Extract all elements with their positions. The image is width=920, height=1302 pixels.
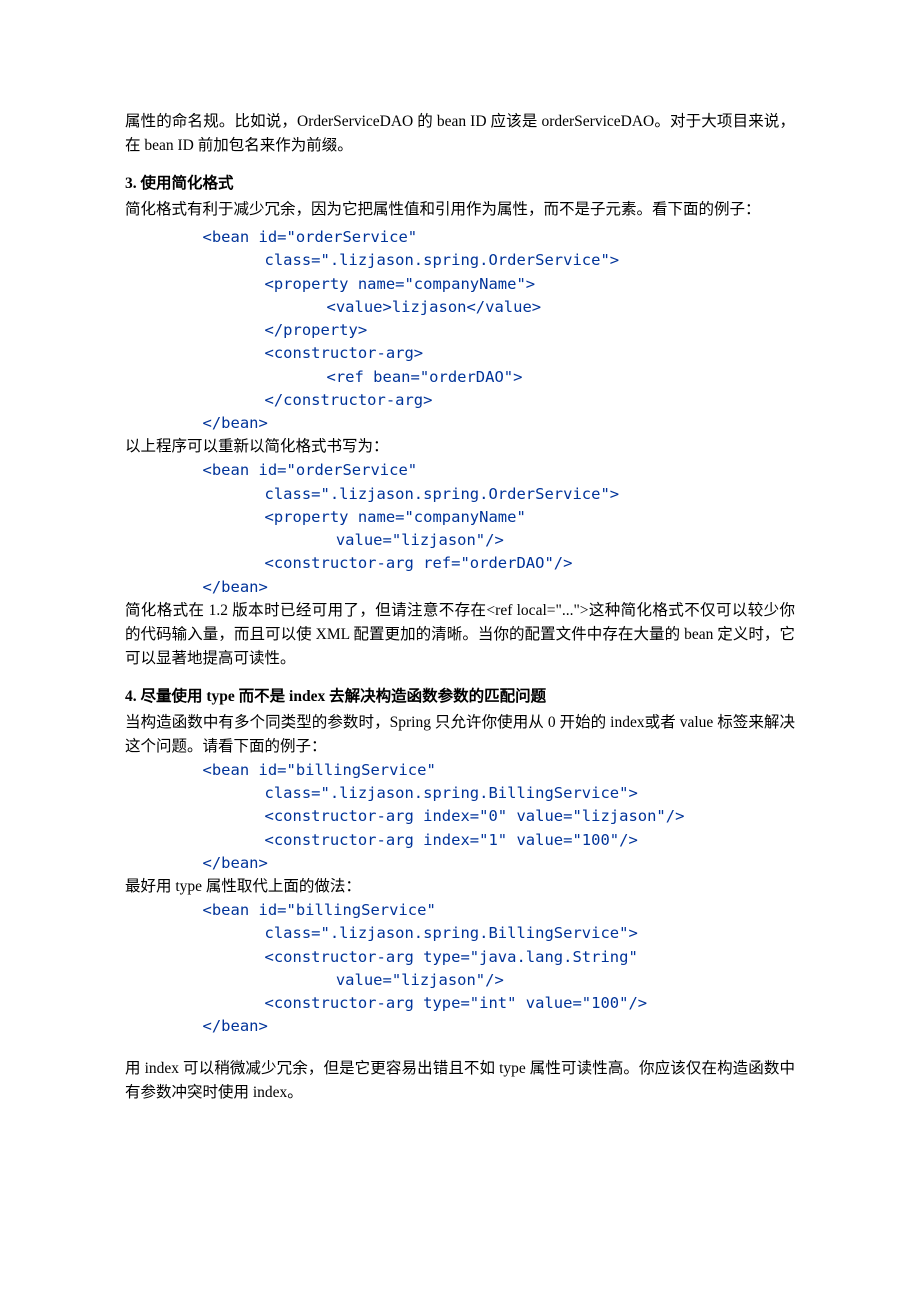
code-block-3: </bean> (125, 852, 795, 875)
code-block-4: <constructor-arg type="java.lang.String" (125, 946, 795, 969)
code-block-3: class=".lizjason.spring.BillingService"> (125, 782, 795, 805)
code-block-4: </bean> (125, 1015, 795, 1038)
code-block-2: class=".lizjason.spring.OrderService"> (125, 483, 795, 506)
section-4-intro: 当构造函数中有多个同类型的参数时，Spring 只允许你使用从 0 开始的 in… (125, 711, 795, 759)
section-4-outro: 用 index 可以稍微减少冗余，但是它更容易出错且不如 type 属性可读性高… (125, 1057, 795, 1105)
section-4-mid: 最好用 type 属性取代上面的做法： (125, 875, 795, 899)
spacer (125, 1039, 795, 1057)
code-block-4: <constructor-arg type="int" value="100"/… (125, 992, 795, 1015)
code-block-1: <value>lizjason</value> (125, 296, 795, 319)
code-block-1: </bean> (125, 412, 795, 435)
code-block-1: <property name="companyName"> (125, 273, 795, 296)
code-block-3: <bean id="billingService" (125, 759, 795, 782)
code-block-3: <constructor-arg index="1" value="100"/> (125, 829, 795, 852)
code-block-1: class=".lizjason.spring.OrderService"> (125, 249, 795, 272)
code-block-3: <constructor-arg index="0" value="lizjas… (125, 805, 795, 828)
code-block-4: <bean id="billingService" (125, 899, 795, 922)
code-block-2: <bean id="orderService" (125, 459, 795, 482)
section-4-heading: 4. 尽量使用 type 而不是 index 去解决构造函数参数的匹配问题 (125, 685, 795, 709)
section-3-outro: 简化格式在 1.2 版本时已经可用了，但请注意不存在<ref local="..… (125, 599, 795, 671)
code-block-1: <constructor-arg> (125, 342, 795, 365)
code-block-4: class=".lizjason.spring.BillingService"> (125, 922, 795, 945)
code-block-2: value="lizjason"/> (125, 529, 795, 552)
section-3-heading: 3. 使用简化格式 (125, 172, 795, 196)
intro-paragraph: 属性的命名规。比如说，OrderServiceDAO 的 bean ID 应该是… (125, 110, 795, 158)
code-block-4: value="lizjason"/> (125, 969, 795, 992)
code-block-1: </constructor-arg> (125, 389, 795, 412)
code-block-1: <bean id="orderService" (125, 226, 795, 249)
code-block-1: </property> (125, 319, 795, 342)
code-block-2: </bean> (125, 576, 795, 599)
section-3-intro: 简化格式有利于减少冗余，因为它把属性值和引用作为属性，而不是子元素。看下面的例子… (125, 198, 795, 222)
section-3-mid: 以上程序可以重新以简化格式书写为： (125, 435, 795, 459)
code-block-1: <ref bean="orderDAO"> (125, 366, 795, 389)
code-block-2: <constructor-arg ref="orderDAO"/> (125, 552, 795, 575)
code-block-2: <property name="companyName" (125, 506, 795, 529)
document-page: 属性的命名规。比如说，OrderServiceDAO 的 bean ID 应该是… (0, 0, 920, 1302)
